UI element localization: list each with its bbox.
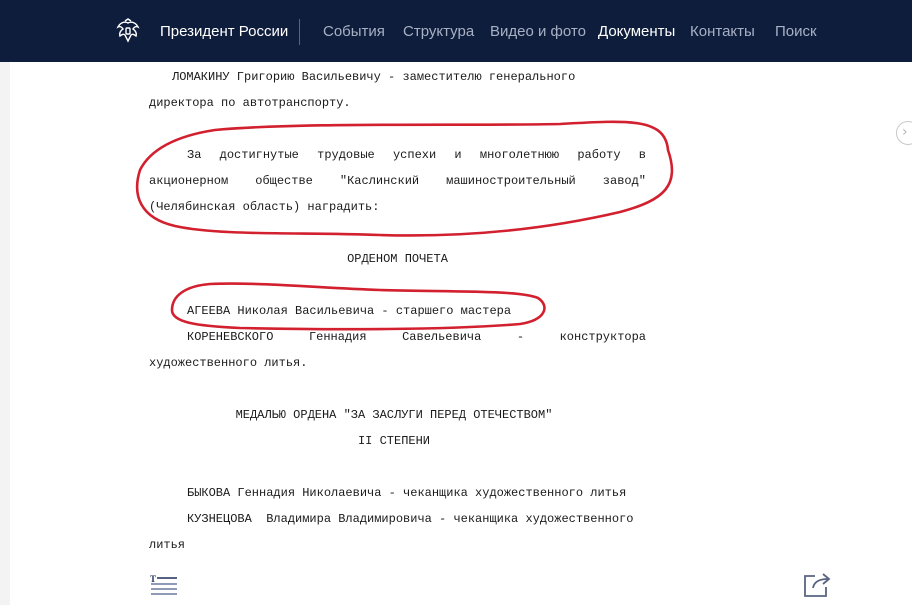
doc-line: БЫКОВА Геннадия Николаевича - чеканщика … bbox=[187, 486, 627, 500]
section-heading: ОРДЕНОМ ПОЧЕТА bbox=[347, 252, 448, 266]
share-icon[interactable] bbox=[802, 570, 832, 598]
doc-line: За достигнутые трудовые успехи и многоле… bbox=[187, 148, 646, 162]
doc-line: (Челябинская область) наградить: bbox=[149, 200, 380, 214]
header-inner: Президент России События Структура Видео… bbox=[0, 0, 912, 62]
doc-line: литья bbox=[149, 538, 186, 552]
doc-line: ЛОМАКИНУ Григорию Васильевичу - заместит… bbox=[172, 70, 576, 84]
doc-line: КУЗНЕЦОВА Владимира Владимировича - чека… bbox=[187, 512, 634, 526]
table-of-contents-icon[interactable]: T bbox=[150, 574, 178, 596]
section-heading: МЕДАЛЬЮ ОРДЕНА "ЗА ЗАСЛУГИ ПЕРЕД ОТЕЧЕСТ… bbox=[235, 408, 553, 422]
nav-events[interactable]: События bbox=[323, 22, 385, 42]
chevron-right-icon: › bbox=[902, 124, 908, 140]
svg-text:T: T bbox=[150, 574, 156, 584]
doc-line: КОРЕНЕВСКОГО Геннадия Савельевича - конс… bbox=[187, 330, 646, 344]
brand-title[interactable]: Президент России bbox=[160, 22, 288, 42]
nav-contacts[interactable]: Контакты bbox=[690, 22, 755, 42]
header-divider bbox=[299, 19, 300, 45]
doc-line: акционерном обществе "Каслинский машинос… bbox=[149, 174, 646, 188]
doc-line: директора по автотранспорту. bbox=[149, 96, 351, 110]
nav-structure[interactable]: Структура bbox=[403, 22, 474, 42]
section-heading: II СТЕПЕНИ bbox=[357, 434, 430, 448]
nav-video-photo[interactable]: Видео и фото bbox=[490, 22, 586, 42]
bottom-toolbar bbox=[10, 555, 912, 605]
doc-line: АГЕЕВА Николая Васильевича - старшего ма… bbox=[187, 304, 512, 318]
emblem-icon[interactable] bbox=[114, 17, 142, 45]
nav-documents[interactable]: Документы bbox=[598, 22, 675, 42]
site-header: Президент России События Структура Видео… bbox=[0, 0, 912, 62]
nav-search[interactable]: Поиск bbox=[775, 22, 817, 42]
doc-line: художественного литья. bbox=[149, 356, 308, 370]
